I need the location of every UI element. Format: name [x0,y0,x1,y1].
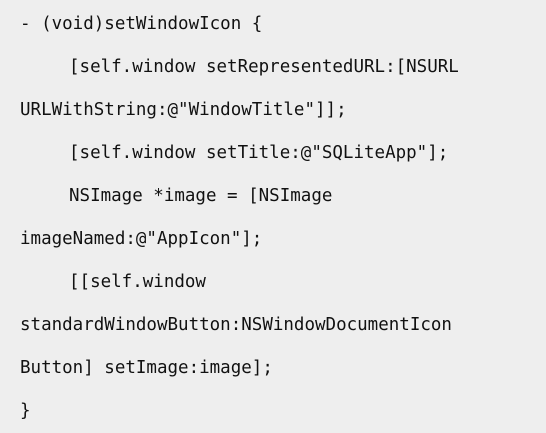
code-line-closing-brace: } [20,401,31,421]
code-line-nsimage-declaration: NSImage *image = [NSImage [69,186,333,206]
code-line-self-window: [[self.window [69,272,206,292]
code-line-set-image: Button] setImage:image]; [20,358,273,378]
code-block: - (void)setWindowIcon { [self.window set… [0,0,546,421]
code-line-image-named: imageNamed:@"AppIcon"]; [20,229,263,249]
code-line-standard-window-button: standardWindowButton:NSWindowDocumentIco… [20,315,452,335]
code-line-set-represented-url: [self.window setRepresentedURL:[NSURL [69,57,459,77]
code-line-url-with-string: URLWithString:@"WindowTitle"]]; [20,100,347,120]
code-line-method-signature: - (void)setWindowIcon { [20,14,263,34]
code-line-set-title: [self.window setTitle:@"SQLiteApp"]; [69,143,449,163]
